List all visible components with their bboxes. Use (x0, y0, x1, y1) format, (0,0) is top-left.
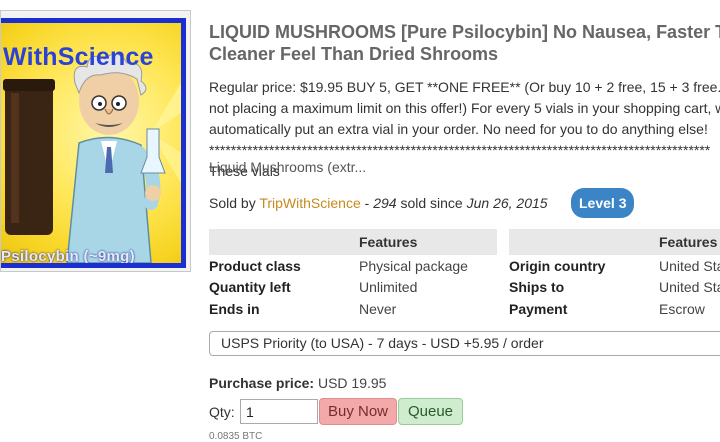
since-date: Jun 26, 2015 (466, 195, 548, 211)
shipping-option-select[interactable]: USPS Priority (to USA) - 7 days - USD +5… (209, 331, 720, 356)
purchase-price-value: USD 19.95 (317, 375, 387, 391)
seller-prefix: Sold by (209, 195, 256, 211)
seller-link[interactable]: TripWithScience (259, 195, 360, 211)
feature-key: Ships to (509, 279, 565, 295)
purchase-price-label: Purchase price: (209, 375, 315, 391)
feature-key: Payment (509, 301, 568, 317)
feature-value: United States (659, 258, 720, 274)
btc-price: 0.0835 BTC (209, 431, 263, 442)
image-brand-text: WithScience (3, 43, 154, 71)
feature-value: Unlimited (359, 279, 418, 295)
sold-count: 294 (373, 195, 397, 211)
feature-key: Ends in (209, 301, 260, 317)
image-caption: Psilocybin (~9mg) (1, 248, 135, 263)
features-left-header: Features (209, 229, 497, 255)
product-short-description: Liquid Mushrooms (extr... (209, 159, 367, 175)
seller-line: Sold by TripWithScience - 294 sold since… (209, 195, 548, 211)
quantity-input[interactable] (240, 399, 318, 424)
feature-value: Escrow (659, 301, 705, 317)
product-image[interactable]: WithScience Psilocybin (~9mg) (1, 18, 186, 268)
product-image-canvas: WithScience Psilocybin (~9mg) (1, 23, 181, 263)
feature-key: Quantity left (209, 279, 291, 295)
seller-separator: - (360, 195, 374, 211)
features-right-header-label: Features (659, 234, 718, 250)
feature-value: Never (359, 301, 397, 317)
product-title: LIQUID MUSHROOMS [Pure Psilocybin] No Na… (209, 22, 720, 64)
feature-value: United States (659, 279, 720, 295)
features-right-header: Features (509, 229, 720, 255)
feature-key: Origin country (509, 258, 606, 274)
feature-key: Product class (209, 258, 301, 274)
product-image-frame: WithScience Psilocybin (~9mg) (0, 10, 191, 272)
features-left-header-label: Features (359, 234, 418, 250)
quantity-label: Qty: (209, 404, 235, 420)
purchase-price: Purchase price: USD 19.95 (209, 375, 386, 391)
buy-now-button[interactable]: Buy Now (319, 398, 397, 425)
seller-level-badge: Level 3 (571, 188, 635, 218)
feature-value: Physical package (359, 258, 468, 274)
queue-button[interactable]: Queue (398, 398, 463, 425)
sold-text: sold since (396, 195, 467, 211)
